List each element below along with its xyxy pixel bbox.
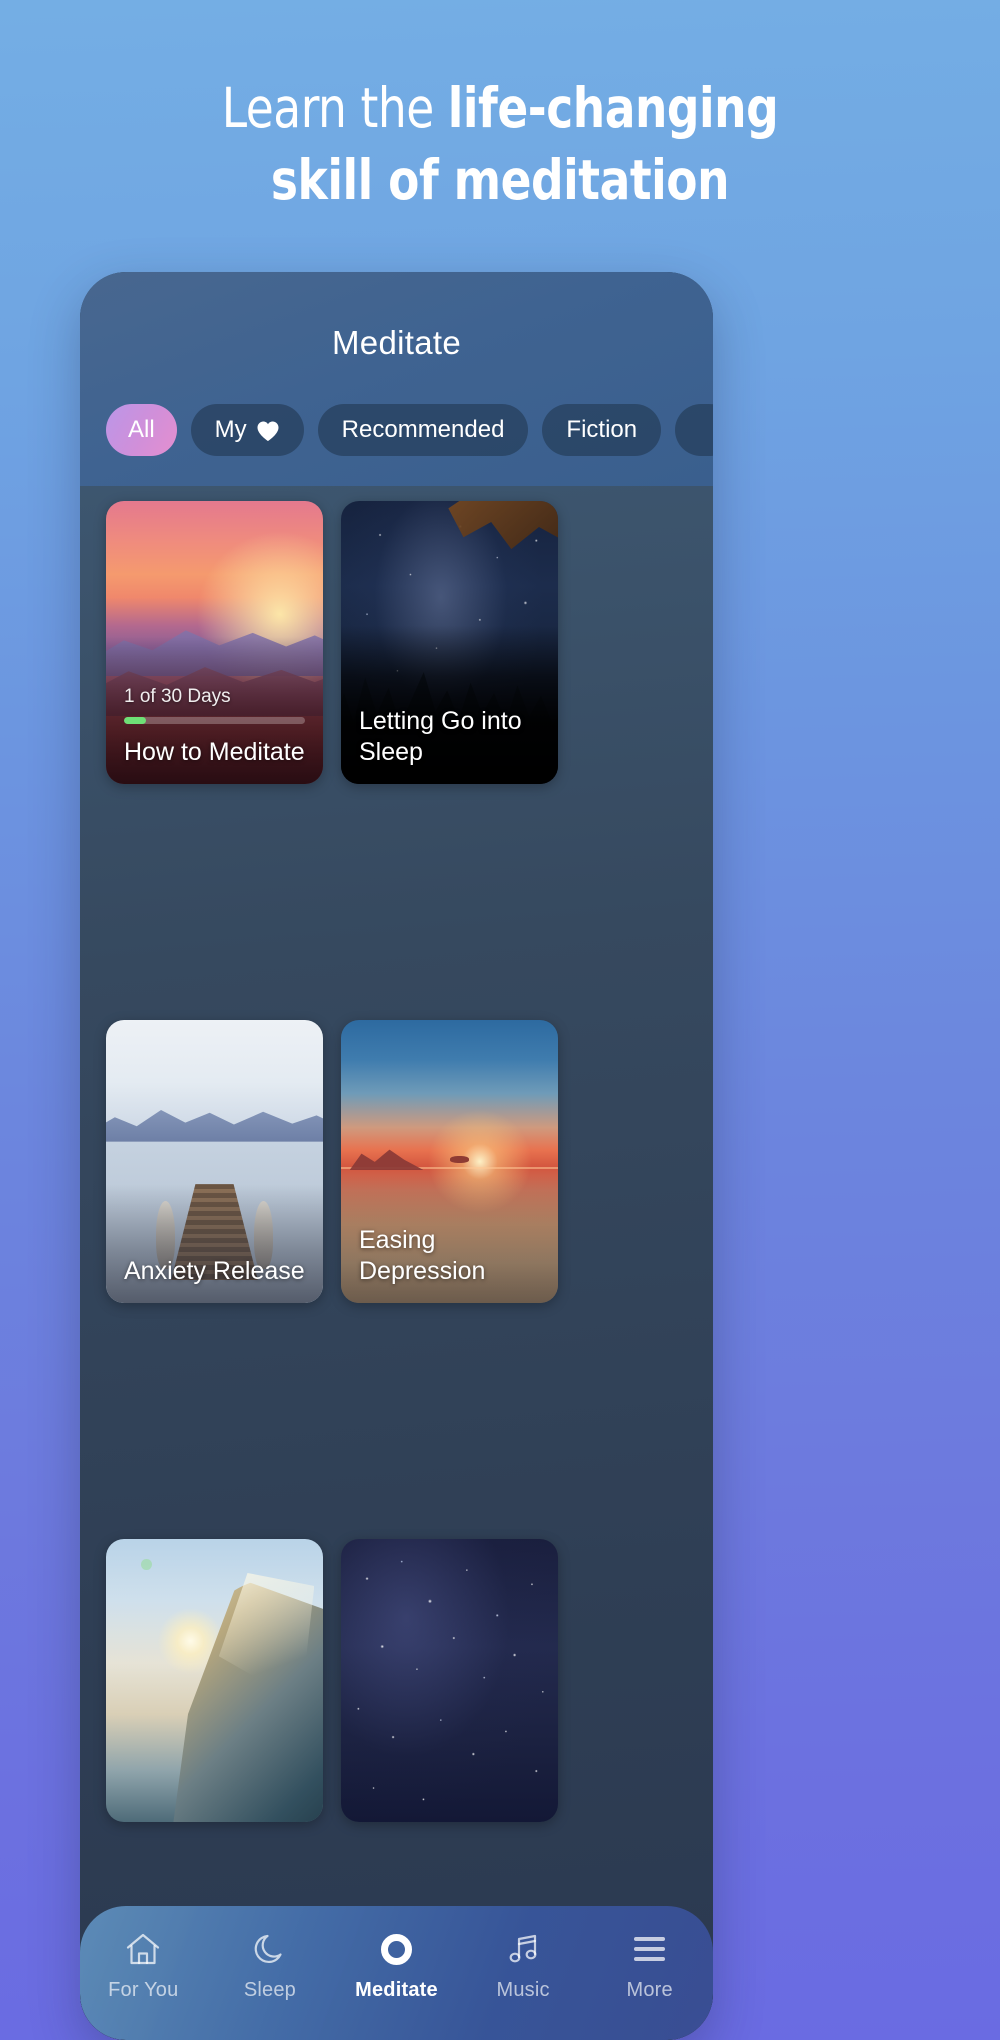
category-filter-row[interactable]: All My Recommended Fiction xyxy=(80,400,713,460)
progress-bar-fill xyxy=(124,717,146,724)
card-progress-label: 1 of 30 Days xyxy=(124,686,231,707)
ring-icon xyxy=(380,1930,412,1968)
card-overlay: Anxiety Release xyxy=(106,1256,323,1303)
card-overlay: Easing Depression xyxy=(341,1225,558,1303)
card-title: How to Meditate xyxy=(124,738,305,766)
tab-label-meditate: Meditate xyxy=(355,1979,438,2001)
app-screen-title: Meditate xyxy=(332,324,461,361)
tab-meditate[interactable]: Meditate xyxy=(333,1930,460,2002)
card-title: Letting Go into Sleep xyxy=(359,707,522,766)
bottom-tab-bar: For You Sleep Meditate Music More xyxy=(80,1906,713,2040)
tab-label-music: Music xyxy=(496,1979,550,2001)
filter-pill-all[interactable]: All xyxy=(106,404,177,456)
filter-pill-all-label: All xyxy=(128,416,155,443)
card-ocean-wave[interactable] xyxy=(106,1539,323,1822)
headline-line-2: skill of meditation xyxy=(270,148,730,212)
card-anxiety-release[interactable]: Anxiety Release xyxy=(106,1020,323,1303)
card-starfield[interactable] xyxy=(341,1539,558,1822)
progress-bar xyxy=(124,717,305,724)
tab-label-sleep: Sleep xyxy=(243,1979,296,2001)
tab-music[interactable]: Music xyxy=(460,1930,587,2002)
headline-text-bold: life-changing xyxy=(447,76,779,140)
card-easing-depression[interactable]: Easing Depression xyxy=(341,1020,558,1303)
card-overlay: 1 of 30 Days How to Meditate xyxy=(106,686,323,784)
headline-line-1: Learn the life-changing xyxy=(40,72,960,144)
hamburger-icon xyxy=(634,1930,666,1968)
filter-pill-my-favorites[interactable]: My xyxy=(190,404,304,456)
card-overlay: Letting Go into Sleep xyxy=(341,706,558,784)
home-icon xyxy=(125,1930,161,1968)
tab-label-more: More xyxy=(626,1979,673,2001)
card-artwork-ocean-wave xyxy=(106,1539,323,1822)
tab-sleep[interactable]: Sleep xyxy=(207,1930,334,2002)
meditation-card-grid: 1 of 30 Days How to Meditate Letting Go … xyxy=(80,486,713,2040)
filter-pill-recommended[interactable]: Recommended xyxy=(317,404,529,456)
card-artwork-starfield xyxy=(341,1539,558,1822)
card-letting-go-into-sleep[interactable]: Letting Go into Sleep xyxy=(341,501,558,784)
tab-for-you[interactable]: For You xyxy=(80,1930,207,2002)
filter-pill-fiction[interactable]: Fiction xyxy=(542,404,662,456)
moon-icon xyxy=(253,1930,287,1968)
card-overlay xyxy=(341,1806,558,1822)
app-header: Meditate All My Recommended Fiction xyxy=(80,272,713,486)
phone-mockup: Meditate All My Recommended Fiction 1 of… xyxy=(80,272,713,2040)
card-title: Anxiety Release xyxy=(124,1257,305,1285)
filter-pill-recommended-label: Recommended xyxy=(341,416,505,443)
filter-pill-fiction-label: Fiction xyxy=(566,416,638,443)
page-headline: Learn the life-changing skill of meditat… xyxy=(40,72,960,216)
tab-label-for-you: For You xyxy=(108,1979,179,2001)
music-note-icon xyxy=(506,1930,540,1968)
tab-more[interactable]: More xyxy=(586,1930,713,2002)
headline-text-regular: Learn the xyxy=(221,76,448,140)
heart-icon xyxy=(256,420,280,442)
filter-pill-overflow[interactable] xyxy=(675,404,713,456)
filter-pill-my-label: My xyxy=(214,416,247,443)
card-title: Easing Depression xyxy=(359,1226,486,1285)
card-how-to-meditate[interactable]: 1 of 30 Days How to Meditate xyxy=(106,501,323,784)
card-overlay xyxy=(106,1806,323,1822)
